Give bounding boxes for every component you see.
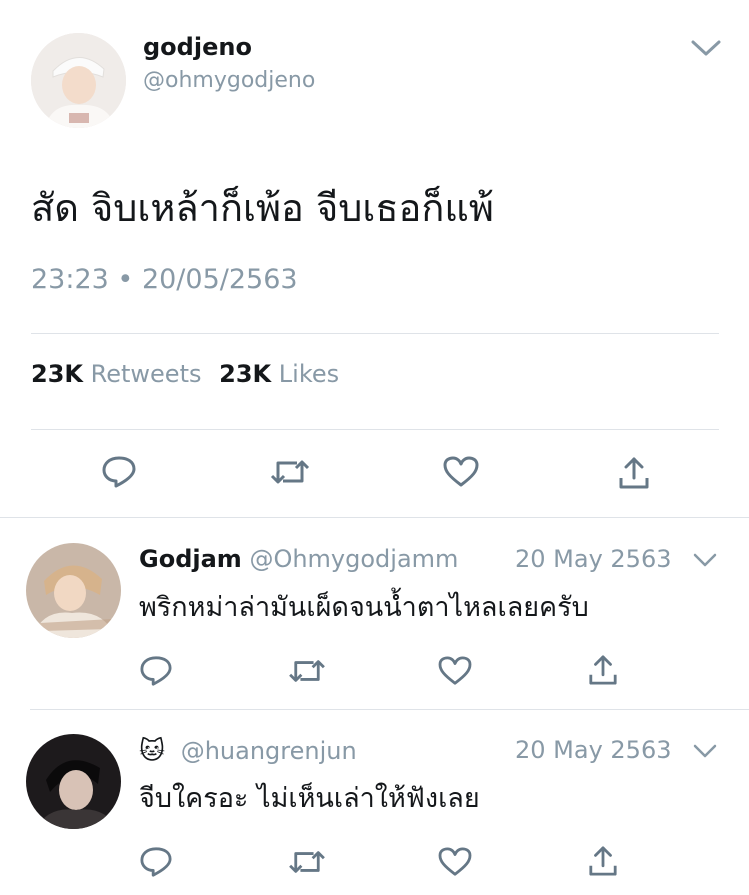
reply-handle[interactable]: @huangrenjun <box>181 737 357 765</box>
chevron-down-icon[interactable] <box>692 743 718 759</box>
reply-header: 🐱 @huangrenjun <box>139 736 357 765</box>
reply-date: 20 May 2563 <box>515 736 672 764</box>
share-icon[interactable] <box>618 456 650 490</box>
reply-header: Godjam @Ohmygodjamm <box>139 545 458 573</box>
divider <box>31 333 719 334</box>
likes-count: 23K <box>219 360 272 388</box>
reply-display-name[interactable]: 🐱 <box>139 736 165 765</box>
main-tweet-timestamp: 23:23 • 20/05/2563 <box>31 264 298 295</box>
divider <box>31 429 719 430</box>
retweet-icon[interactable] <box>288 656 326 686</box>
retweets-count: 23K <box>31 360 83 388</box>
reply-handle[interactable]: @Ohmygodjamm <box>249 545 458 573</box>
reply-icon[interactable] <box>139 655 173 687</box>
main-tweet-date: 20/05/2563 <box>141 264 298 295</box>
reply-icon[interactable] <box>139 846 173 878</box>
retweet-icon[interactable] <box>270 456 310 488</box>
reply-date: 20 May 2563 <box>515 545 672 573</box>
retweets-label: Retweets <box>90 360 202 388</box>
share-icon[interactable] <box>588 845 618 877</box>
retweets-stat[interactable]: 23K Retweets <box>31 360 209 388</box>
like-icon[interactable] <box>438 656 472 686</box>
main-tweet-handle[interactable]: @ohmygodjeno <box>143 68 315 93</box>
share-icon[interactable] <box>588 654 618 686</box>
like-icon[interactable] <box>438 847 472 877</box>
reply-display-name[interactable]: Godjam <box>139 545 242 573</box>
likes-stat[interactable]: 23K Likes <box>219 360 339 388</box>
chevron-down-icon[interactable] <box>692 552 718 568</box>
retweet-icon[interactable] <box>288 847 326 877</box>
main-tweet-time: 23:23 <box>31 264 109 295</box>
divider <box>30 709 749 710</box>
reply-text: จีบใครอะ ไม่เห็นเล่าให้ฟังเลย <box>139 783 480 814</box>
reply-avatar[interactable] <box>26 543 121 638</box>
main-tweet-display-name[interactable]: godjeno <box>143 33 252 61</box>
reply-icon[interactable] <box>101 455 137 489</box>
likes-label: Likes <box>278 360 340 388</box>
main-tweet-text: สัด จิบเหล้าก็เพ้อ จีบเธอก็แพ้ <box>31 186 494 230</box>
reply-text: พริกหม่าล่ามันเผ็ดจนน้ำตาไหลเลยครับ <box>139 592 589 623</box>
divider <box>0 517 749 518</box>
timestamp-separator: • <box>117 264 134 295</box>
reply-avatar[interactable] <box>26 734 121 829</box>
like-icon[interactable] <box>443 456 479 488</box>
chevron-down-icon[interactable] <box>690 38 722 58</box>
main-tweet-stats: 23K Retweets 23K Likes <box>31 360 339 388</box>
main-tweet-avatar[interactable] <box>31 33 126 128</box>
